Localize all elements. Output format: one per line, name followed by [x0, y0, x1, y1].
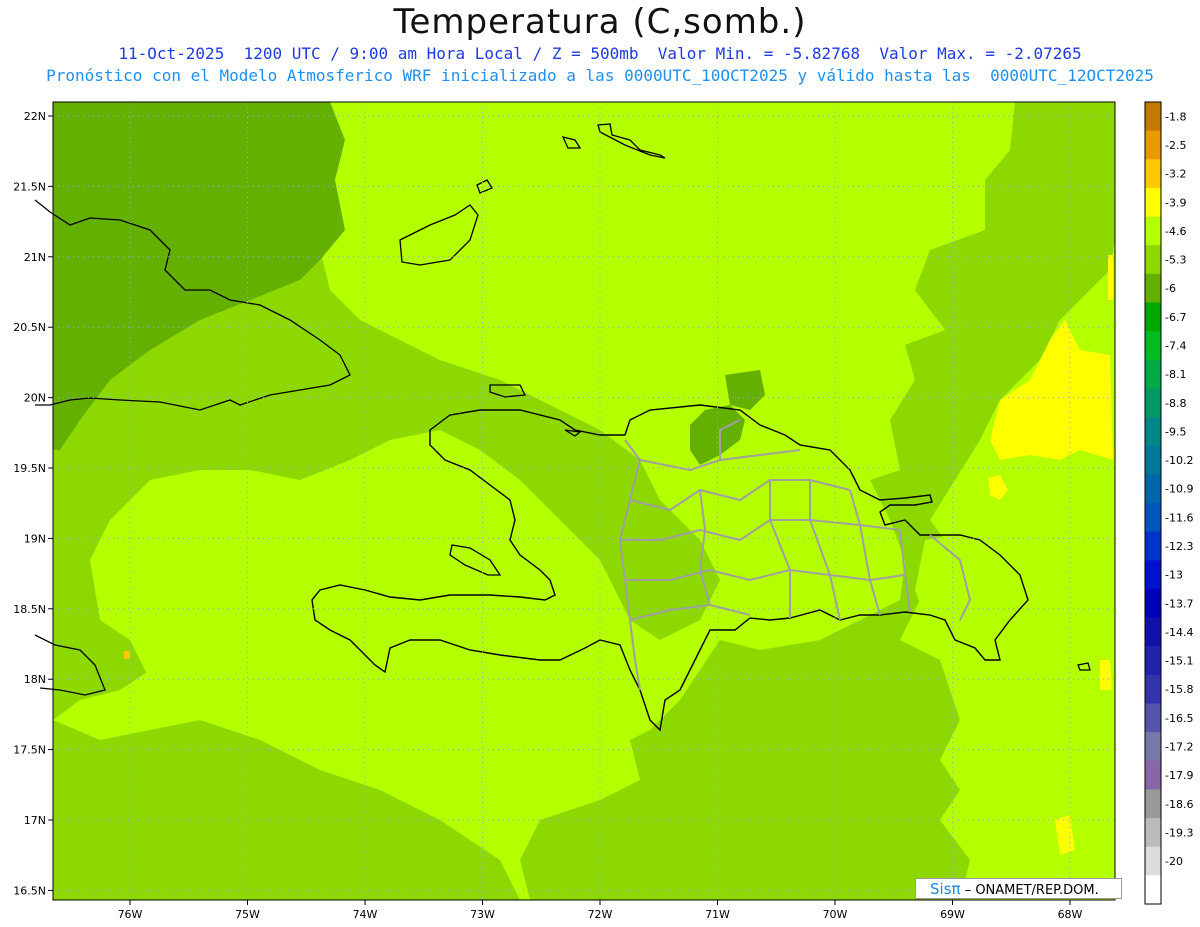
lat-label: 19N — [24, 532, 46, 545]
lat-label: 19.5N — [13, 462, 46, 475]
colorbar-segment — [1145, 646, 1161, 676]
colorbar-segment — [1145, 130, 1161, 160]
colorbar-label: -6 — [1165, 282, 1176, 295]
lat-label: 18.5N — [13, 603, 46, 616]
onamet-logo: Sisπ – ONAMET/REP.DOM. — [915, 878, 1122, 899]
lon-label: 75W — [235, 908, 260, 921]
colorbar-segment — [1145, 617, 1161, 647]
lon-label: 71W — [705, 908, 730, 921]
sispi-brand: Sisπ — [930, 880, 961, 898]
colorbar-segment — [1145, 531, 1161, 561]
lon-label: 76W — [118, 908, 143, 921]
colorbar-segment — [1145, 187, 1161, 218]
colorbar-label: -10.9 — [1165, 483, 1193, 496]
colorbar-segment — [1145, 760, 1161, 790]
lon-label: 73W — [470, 908, 495, 921]
lon-label: 68W — [1058, 908, 1083, 921]
colorbar-segment — [1145, 388, 1161, 418]
colorbar-label: -9.5 — [1165, 425, 1186, 438]
colorbar-label: -13 — [1165, 569, 1183, 582]
colorbar-segment — [1145, 818, 1161, 848]
longitude-labels: 76W 75W 74W 73W 72W 71W 70W 69W 68W — [118, 900, 1083, 921]
colorbar-segment — [1145, 503, 1161, 533]
colorbar-label: -16.5 — [1165, 712, 1193, 725]
colorbar-label: -8.8 — [1165, 397, 1186, 410]
colorbar-label: -17.9 — [1165, 769, 1193, 782]
colorbar-label: -19.3 — [1165, 826, 1193, 839]
colorbar-label: -11.6 — [1165, 511, 1193, 524]
logo-text: – ONAMET/REP.DOM. — [964, 883, 1099, 898]
colorbar-segment — [1145, 302, 1161, 332]
colorbar-label: -4.6 — [1165, 225, 1186, 238]
lat-label: 21N — [24, 251, 46, 264]
colorbar-segment — [1145, 588, 1161, 619]
colorbar-label: -6.7 — [1165, 311, 1186, 324]
colorbar-label: -12.3 — [1165, 540, 1193, 553]
lon-label: 70W — [823, 908, 848, 921]
colorbar-label: -3.2 — [1165, 168, 1186, 181]
colorbar: -1.8 -2.5 -3.2 -3.9 -4.6 -5.3 -6 -6.7 -7.4 -8.1 -8… — [1144, 101, 1193, 905]
colorbar-label: -18.6 — [1165, 798, 1193, 811]
lat-label: 20.5N — [13, 321, 46, 334]
temperature-map: 22N 21.5N 21N 20.5N 20N 19.5N 19N 18.5N 18N 17.5N… — [13, 101, 1193, 921]
colorbar-label: -13.7 — [1165, 597, 1193, 610]
colorbar-segment — [1145, 159, 1161, 189]
colorbar-segment — [1145, 102, 1161, 132]
field-region-yellow-3 — [1108, 255, 1113, 300]
colorbar-segment — [1145, 674, 1161, 704]
colorbar-label: -10.2 — [1165, 454, 1193, 467]
colorbar-label: -8.1 — [1165, 368, 1186, 381]
colorbar-segment — [1145, 789, 1161, 819]
lat-label: 17N — [24, 814, 46, 827]
colorbar-label: -5.3 — [1165, 254, 1186, 267]
colorbar-segment — [1145, 245, 1161, 275]
latitude-labels: 22N 21.5N 21N 20.5N 20N 19.5N 19N 18.5N 18N 17.5N… — [13, 110, 53, 897]
colorbar-segment — [1145, 732, 1161, 762]
colorbar-label: -20 — [1165, 855, 1183, 868]
lon-label: 72W — [588, 908, 613, 921]
colorbar-segment — [1145, 359, 1161, 389]
colorbar-label: -2.5 — [1165, 139, 1186, 152]
field-region-yellow-4 — [1100, 660, 1112, 690]
colorbar-label: -15.1 — [1165, 655, 1193, 668]
colorbar-label: -3.9 — [1165, 196, 1186, 209]
colorbar-segment — [1145, 703, 1161, 733]
colorbar-segment — [1145, 846, 1161, 876]
colorbar-segment — [1145, 560, 1161, 590]
lat-label: 22N — [24, 110, 46, 123]
colorbar-label: -1.8 — [1165, 110, 1186, 123]
lon-label: 69W — [940, 908, 965, 921]
colorbar-segment — [1145, 273, 1161, 303]
lat-label: 20N — [24, 392, 46, 405]
lat-label: 18N — [24, 673, 46, 686]
colorbar-label: -17.2 — [1165, 740, 1193, 753]
colorbar-segment — [1145, 445, 1161, 475]
colorbar-label: -15.8 — [1165, 683, 1193, 696]
colorbar-segment — [1145, 875, 1161, 905]
colorbar-segment — [1145, 474, 1161, 504]
lat-label: 16.5N — [13, 884, 46, 897]
lat-label: 17.5N — [13, 744, 46, 757]
colorbar-segment — [1145, 216, 1161, 246]
field-max-spot — [124, 651, 130, 659]
colorbar-label: -14.4 — [1165, 626, 1193, 639]
lat-label: 21.5N — [13, 180, 46, 193]
colorbar-segment — [1145, 331, 1161, 361]
colorbar-label: -7.4 — [1165, 339, 1186, 352]
lon-label: 74W — [353, 908, 378, 921]
colorbar-segment — [1145, 417, 1161, 447]
